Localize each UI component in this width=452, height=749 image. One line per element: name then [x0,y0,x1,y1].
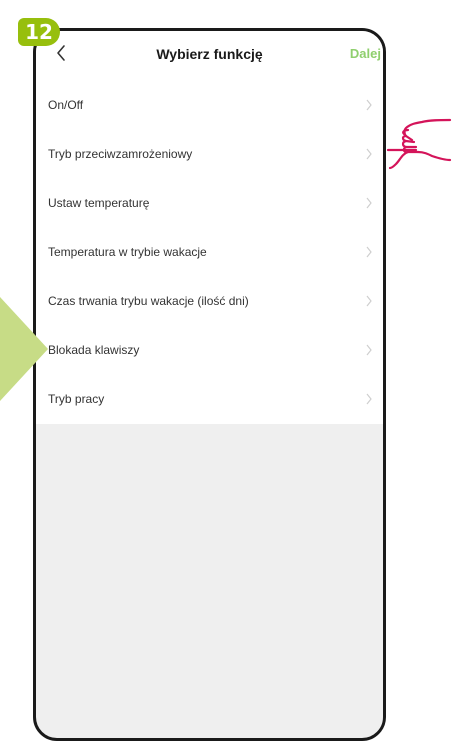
phone-screen: Wybierz funkcję Dalej On/Off Tryb przeci… [33,28,386,741]
list-item-holiday-duration[interactable]: Czas trwania trybu wakacje (ilość dni) [36,277,383,326]
chevron-right-icon [366,344,372,356]
function-list: On/Off Tryb przeciwzamrożeniowy Ustaw te… [36,81,383,424]
app-header: Wybierz funkcję Dalej [36,31,383,81]
list-item-label: Blokada klawiszy [48,343,140,357]
step-badge: 12 [18,18,60,46]
page-title: Wybierz funkcję [156,46,263,62]
chevron-right-icon [366,295,372,307]
chevron-right-icon [366,148,372,160]
chevron-right-icon [366,246,372,258]
list-item-label: Temperatura w trybie wakacje [48,245,207,259]
chevron-right-icon [366,197,372,209]
list-item-frost-protection[interactable]: Tryb przeciwzamrożeniowy [36,130,383,179]
list-item-label: Ustaw temperaturę [48,196,150,210]
chevron-right-icon [366,99,372,111]
instruction-stage: 12 Wybierz funkcję Dalej On/Off Tryb prz… [0,0,452,749]
chevron-right-icon [366,393,372,405]
list-item-label: On/Off [48,98,84,112]
list-item-on-off[interactable]: On/Off [36,81,383,130]
list-item-operating-mode[interactable]: Tryb pracy [36,375,383,424]
list-item-holiday-temperature[interactable]: Temperatura w trybie wakacje [36,228,383,277]
arrow-right-icon [0,297,48,401]
list-item-label: Czas trwania trybu wakacje (ilość dni) [48,294,249,308]
hand-pointer-icon [386,118,452,170]
list-item-set-temperature[interactable]: Ustaw temperaturę [36,179,383,228]
list-item-label: Tryb przeciwzamrożeniowy [48,147,193,161]
list-item-label: Tryb pracy [48,392,105,406]
next-button[interactable]: Dalej [350,46,381,61]
list-item-key-lock[interactable]: Blokada klawiszy [36,326,383,375]
